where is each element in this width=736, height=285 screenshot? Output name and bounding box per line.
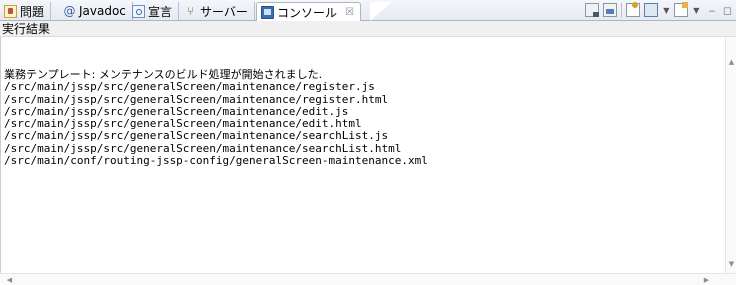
tab-problems-label: 問題 xyxy=(20,4,45,19)
close-tab-icon[interactable]: ☒ xyxy=(345,7,354,18)
scroll-right-icon[interactable]: ▶ xyxy=(701,275,712,285)
toolbar-separator xyxy=(621,3,623,17)
scroll-up-icon[interactable]: ▲ xyxy=(726,57,736,67)
tab-javadoc[interactable]: @ Javadoc xyxy=(59,2,133,20)
chevron-down-icon[interactable]: ▼ xyxy=(662,6,670,15)
display-selected-console-icon[interactable] xyxy=(644,3,659,17)
active-tab-edge xyxy=(370,2,392,21)
tab-servers[interactable]: ⑂ サーバー xyxy=(180,2,255,20)
javadoc-at-icon: @ xyxy=(63,3,76,18)
scroll-left-icon[interactable]: ◀ xyxy=(4,275,15,285)
tab-javadoc-label: Javadoc xyxy=(79,4,126,18)
servers-icon: ⑂ xyxy=(186,3,195,18)
console-title: 実行結果 xyxy=(0,21,736,37)
console-line: /src/main/jssp/src/generalScreen/mainten… xyxy=(4,80,375,94)
pin-console-icon[interactable] xyxy=(626,2,641,17)
scroll-down-icon[interactable]: ▼ xyxy=(726,259,736,269)
view-tab-bar: 問題 @ Javadoc 宣言 ⑂ サーバー コンソール ☒ ▼ ▼ ‒ ◻ xyxy=(0,0,736,21)
console-toolbar: ▼ ▼ ‒ ◻ xyxy=(585,0,736,20)
tab-console-label: コンソール xyxy=(277,5,338,20)
tab-problems[interactable]: 問題 xyxy=(0,2,52,20)
tab-servers-label: サーバー xyxy=(200,4,248,19)
problems-icon xyxy=(4,4,17,18)
console-line: /src/main/conf/routing-jssp-config/gener… xyxy=(4,154,428,168)
console-output[interactable]: 業務テンプレート: メンテナンスのビルド処理が開始されました. /src/mai… xyxy=(0,37,725,273)
scroll-lock-icon[interactable] xyxy=(603,3,618,17)
minimize-maximize-icon[interactable]: ‒ ◻ xyxy=(708,4,734,17)
tab-declaration[interactable]: 宣言 xyxy=(128,2,180,20)
clear-console-icon[interactable] xyxy=(585,3,600,17)
vertical-scrollbar[interactable]: ▲ ▼ xyxy=(725,37,736,273)
open-console-icon[interactable] xyxy=(674,2,689,17)
chevron-down-icon[interactable]: ▼ xyxy=(692,6,700,15)
tab-console[interactable]: コンソール ☒ xyxy=(256,2,361,21)
horizontal-scrollbar[interactable]: ◀ ▶ xyxy=(0,273,736,285)
declaration-icon xyxy=(132,4,145,18)
console-icon xyxy=(261,5,274,19)
console-line: /src/main/jssp/src/generalScreen/mainten… xyxy=(4,129,389,143)
tab-declaration-label: 宣言 xyxy=(148,4,173,19)
